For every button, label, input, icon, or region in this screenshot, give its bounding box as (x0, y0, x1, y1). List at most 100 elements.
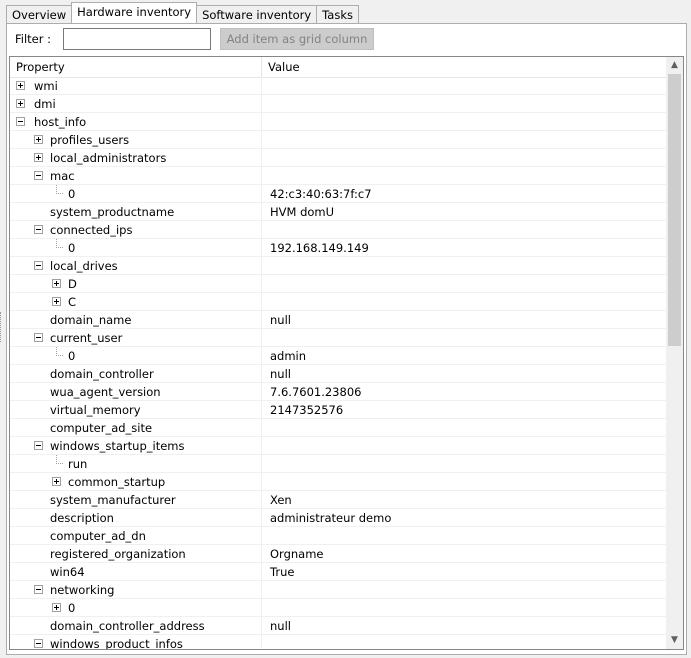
property-cell: domain_controller_address (10, 617, 261, 635)
tree-row[interactable]: host_info (10, 113, 667, 131)
collapse-minus-icon[interactable] (34, 171, 43, 180)
collapse-minus-icon[interactable] (34, 261, 43, 270)
tree-row[interactable]: registered_organization Orgname (10, 545, 667, 563)
property-cell: 0 (10, 599, 261, 617)
tree-row[interactable]: domain_controller_address null (10, 617, 667, 635)
collapse-minus-icon[interactable] (34, 639, 43, 648)
expand-plus-icon[interactable] (52, 477, 61, 486)
property-value (261, 95, 667, 113)
inventory-tree-grid: Property Value wmi dmi host_info profiles_u… (9, 56, 684, 650)
tree-row[interactable]: common_startup (10, 473, 667, 491)
property-name: description (50, 511, 114, 525)
property-cell: D (10, 275, 261, 293)
property-name: domain_name (50, 313, 132, 327)
tree-row[interactable]: system_manufacturer Xen (10, 491, 667, 509)
collapse-minus-icon[interactable] (34, 225, 43, 234)
tree-row[interactable]: local_drives (10, 257, 667, 275)
tab-software-inventory[interactable]: Software inventory (196, 5, 318, 23)
tree-row[interactable]: wua_agent_version 7.6.7601.23806 (10, 383, 667, 401)
tree-row[interactable]: windows_startup_items (10, 437, 667, 455)
tree-row[interactable]: 0 admin (10, 347, 667, 365)
tree-row[interactable]: dmi (10, 95, 667, 113)
property-name: 0 (68, 241, 76, 255)
property-value (261, 77, 667, 95)
property-cell: virtual_memory (10, 401, 261, 419)
tree-row[interactable]: system_productname HVM domU (10, 203, 667, 221)
expand-plus-icon[interactable] (34, 153, 43, 162)
tab-tasks[interactable]: Tasks (316, 5, 359, 23)
tree-row[interactable]: local_administrators (10, 149, 667, 167)
expand-plus-icon[interactable] (16, 99, 25, 108)
tree-row[interactable]: connected_ips (10, 221, 667, 239)
property-name: C (68, 295, 77, 309)
tree-row[interactable]: computer_ad_dn (10, 527, 667, 545)
property-value: null (261, 311, 667, 329)
grid-rows: wmi dmi host_info profiles_users local_admin… (10, 77, 667, 650)
tree-row[interactable]: domain_controller null (10, 365, 667, 383)
scroll-down-arrow-icon[interactable]: ▼ (666, 632, 683, 649)
tree-row[interactable]: networking (10, 581, 667, 599)
property-name: wmi (34, 79, 58, 93)
property-cell: wua_agent_version (10, 383, 261, 401)
property-name: D (68, 277, 77, 291)
tree-row[interactable]: 0 (10, 599, 667, 617)
collapse-minus-icon[interactable] (34, 333, 43, 342)
tree-row[interactable]: domain_name null (10, 311, 667, 329)
property-value (261, 455, 667, 473)
tree-connector-line (56, 247, 63, 249)
tree-row[interactable]: 0 42:c3:40:63:7f:c7 (10, 185, 667, 203)
property-name: connected_ips (50, 223, 133, 237)
property-cell: system_productname (10, 203, 261, 221)
tree-row[interactable]: description administrateur demo (10, 509, 667, 527)
tree-row[interactable]: wmi (10, 77, 667, 95)
property-cell: domain_controller (10, 365, 261, 383)
expand-plus-icon[interactable] (34, 135, 43, 144)
property-value (261, 581, 667, 599)
collapse-minus-icon[interactable] (34, 441, 43, 450)
tree-row[interactable]: run (10, 455, 667, 473)
expand-plus-icon[interactable] (16, 81, 25, 90)
tree-row[interactable]: win64 True (10, 563, 667, 581)
add-item-as-grid-column-button[interactable]: Add item as grid column (220, 28, 374, 50)
property-value (261, 437, 667, 455)
property-value: 42:c3:40:63:7f:c7 (261, 185, 667, 203)
tree-row[interactable]: mac (10, 167, 667, 185)
tree-row[interactable]: profiles_users (10, 131, 667, 149)
property-value (261, 167, 667, 185)
property-cell: current_user (10, 329, 261, 347)
property-name: dmi (34, 97, 56, 111)
property-name: 0 (68, 349, 76, 363)
collapse-minus-icon[interactable] (16, 117, 25, 126)
property-value: 192.168.149.149 (261, 239, 667, 257)
tab-overview[interactable]: Overview (6, 5, 73, 23)
splitter-grip[interactable] (0, 312, 4, 342)
tree-row[interactable]: computer_ad_site (10, 419, 667, 437)
tree-row[interactable]: D (10, 275, 667, 293)
tab-hardware-inventory[interactable]: Hardware inventory (71, 2, 198, 23)
tree-row[interactable]: virtual_memory 2147352576 (10, 401, 667, 419)
property-value (261, 149, 667, 167)
property-name: windows_product_infos (50, 637, 183, 650)
collapse-minus-icon[interactable] (34, 585, 43, 594)
tree-row[interactable]: current_user (10, 329, 667, 347)
scrollbar-thumb[interactable] (668, 74, 681, 346)
property-value (261, 599, 667, 617)
tree-row[interactable]: windows_product_infos (10, 635, 667, 650)
scroll-up-arrow-icon[interactable]: ▲ (666, 57, 683, 74)
filter-input[interactable] (63, 28, 211, 50)
property-cell: wmi (10, 77, 261, 95)
vertical-scrollbar[interactable]: ▲ ▼ (666, 57, 683, 649)
tree-row[interactable]: C (10, 293, 667, 311)
expand-plus-icon[interactable] (52, 279, 61, 288)
property-cell: windows_product_infos (10, 635, 261, 650)
expand-plus-icon[interactable] (52, 297, 61, 306)
property-cell: profiles_users (10, 131, 261, 149)
column-header-property[interactable]: Property (10, 57, 261, 77)
property-cell: 0 (10, 185, 261, 203)
property-value: Xen (261, 491, 667, 509)
expand-plus-icon[interactable] (52, 603, 61, 612)
property-cell: windows_startup_items (10, 437, 261, 455)
property-name: 0 (68, 601, 76, 615)
tree-row[interactable]: 0 192.168.149.149 (10, 239, 667, 257)
column-header-value[interactable]: Value (261, 57, 667, 77)
